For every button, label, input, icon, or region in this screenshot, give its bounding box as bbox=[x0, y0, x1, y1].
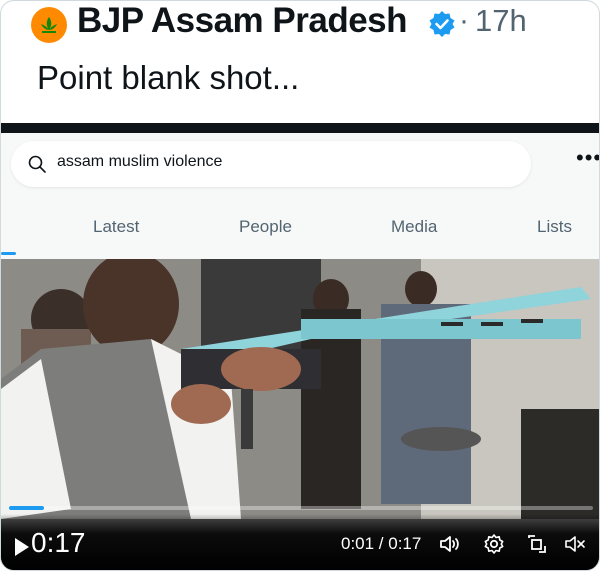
tab-indicator bbox=[1, 252, 16, 255]
tab-media[interactable]: Media bbox=[391, 217, 437, 237]
search-bar[interactable]: assam muslim violence bbox=[11, 141, 531, 187]
mute-icon[interactable] bbox=[563, 532, 587, 556]
post-card: BJP Assam Pradesh · 17h Point blank shot… bbox=[0, 0, 600, 571]
video-duration: 0:17 bbox=[31, 527, 86, 558]
fullscreen-icon[interactable] bbox=[525, 532, 549, 556]
tweet-text: Point blank shot... bbox=[37, 59, 300, 96]
video-progress-bar[interactable] bbox=[9, 506, 593, 510]
separator-dot: · bbox=[459, 4, 469, 37]
verified-badge-icon bbox=[429, 11, 455, 37]
search-input[interactable]: assam muslim violence bbox=[57, 153, 222, 171]
tab-lists[interactable]: Lists bbox=[537, 217, 572, 237]
video-controls: 0:17 0:01 / 0:17 bbox=[1, 514, 599, 570]
play-icon[interactable] bbox=[13, 536, 31, 558]
tab-latest[interactable]: Latest bbox=[93, 217, 139, 237]
bjp-lotus-icon bbox=[37, 13, 61, 37]
search-icon bbox=[28, 155, 46, 173]
settings-icon[interactable] bbox=[482, 532, 506, 556]
post-header: BJP Assam Pradesh · 17h Point blank shot… bbox=[1, 1, 599, 121]
account-name[interactable]: BJP Assam Pradesh bbox=[77, 1, 408, 41]
video-player[interactable]: 0:17 0:01 / 0:17 bbox=[1, 259, 599, 570]
more-icon[interactable]: ••• bbox=[576, 147, 599, 169]
divider bbox=[1, 123, 599, 133]
post-time[interactable]: 17h bbox=[475, 3, 527, 39]
video-timecode: 0:01 / 0:17 bbox=[341, 534, 422, 553]
avatar[interactable] bbox=[31, 7, 67, 43]
search-tabs: Latest People Media Lists bbox=[1, 207, 599, 247]
volume-icon[interactable] bbox=[438, 532, 462, 556]
embedded-screenshot: assam muslim violence ••• Latest People … bbox=[1, 133, 599, 570]
tab-people[interactable]: People bbox=[239, 217, 292, 237]
video-progress-fill bbox=[9, 506, 45, 510]
